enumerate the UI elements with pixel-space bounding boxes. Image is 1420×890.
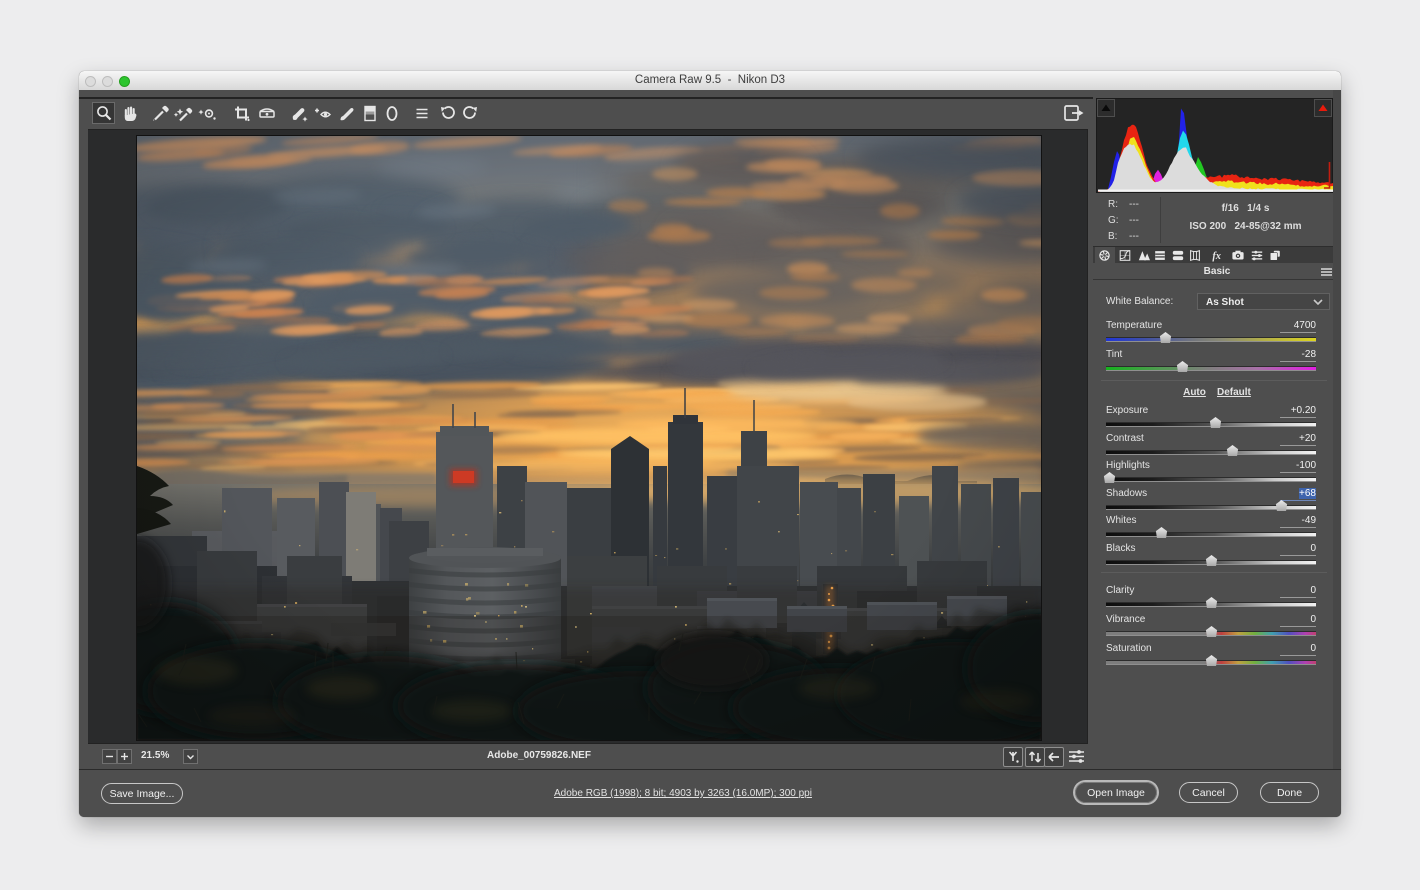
svg-text:fx: fx bbox=[1212, 251, 1221, 262]
